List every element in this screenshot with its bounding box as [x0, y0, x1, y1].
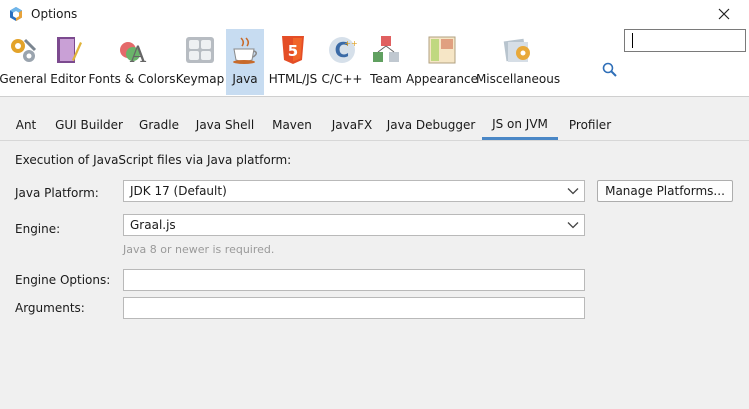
- gears-icon: [11, 38, 37, 62]
- java-subtabs: Ant GUI Builder Gradle Java Shell Maven …: [0, 110, 749, 140]
- tab-label: Java Debugger: [386, 118, 476, 132]
- category-java[interactable]: Java: [226, 29, 264, 95]
- tab-gui-builder[interactable]: GUI Builder: [50, 110, 128, 140]
- category-fonts-colors[interactable]: A Fonts & Colors: [88, 29, 176, 95]
- gear-folder-icon: [503, 38, 530, 62]
- engine-value: Graal.js: [130, 218, 176, 232]
- tab-ant[interactable]: Ant: [6, 110, 46, 140]
- engine-hint: Java 8 or newer is required.: [123, 243, 275, 256]
- manage-platforms-label: Manage Platforms...: [605, 184, 725, 198]
- svg-text:A: A: [129, 43, 147, 66]
- tab-label: Gradle: [139, 118, 179, 132]
- title-bar: Options: [0, 0, 749, 29]
- tab-label: Java Shell: [195, 118, 255, 132]
- search-icon: [602, 62, 617, 77]
- panel-heading: Execution of JavaScript files via Java p…: [15, 153, 292, 167]
- chevron-down-icon: [567, 188, 579, 195]
- tab-label: Profiler: [568, 118, 612, 132]
- tab-label: JS on JVM: [492, 116, 548, 131]
- manage-platforms-button[interactable]: Manage Platforms...: [597, 180, 733, 202]
- category-label: HTML/JS: [268, 72, 318, 86]
- text-caret: [632, 33, 633, 48]
- tab-java-shell[interactable]: Java Shell: [190, 110, 260, 140]
- arguments-field[interactable]: [123, 297, 585, 319]
- tab-profiler[interactable]: Profiler: [562, 110, 618, 140]
- svg-text:5: 5: [288, 42, 298, 60]
- close-button[interactable]: [707, 2, 741, 26]
- arguments-label: Arguments:: [15, 301, 85, 315]
- category-label: Miscellaneous: [475, 72, 561, 86]
- tab-label: Maven: [272, 118, 312, 132]
- fonts-colors-icon: A: [120, 42, 147, 66]
- toolbar-separator: [0, 96, 749, 97]
- svg-text:++: ++: [344, 39, 357, 48]
- category-appearance[interactable]: Appearance: [405, 29, 479, 95]
- category-keymap[interactable]: Keymap: [176, 29, 224, 95]
- html5-shield-icon: 5: [282, 36, 304, 64]
- cubes-icon: [373, 36, 399, 62]
- category-c-cpp[interactable]: C ++ C/C++: [322, 29, 362, 95]
- category-label: Appearance: [405, 72, 479, 86]
- java-platform-select[interactable]: JDK 17 (Default): [123, 180, 585, 202]
- tab-label: JavaFX: [331, 118, 373, 132]
- java-platform-value: JDK 17 (Default): [130, 184, 227, 198]
- tab-javafx[interactable]: JavaFX: [324, 110, 380, 140]
- window-layout-icon: [428, 36, 456, 64]
- netbeans-app-icon: [10, 7, 22, 21]
- category-editor[interactable]: Editor: [48, 29, 88, 95]
- category-label: Java: [232, 72, 258, 86]
- notebook-pen-icon: [57, 37, 82, 63]
- engine-select[interactable]: Graal.js: [123, 214, 585, 236]
- window-title: Options: [31, 7, 78, 21]
- search-input[interactable]: [624, 29, 746, 52]
- engine-options-label: Engine Options:: [15, 273, 111, 287]
- category-label: Fonts & Colors: [88, 72, 176, 86]
- tab-maven[interactable]: Maven: [264, 110, 320, 140]
- tab-java-debugger[interactable]: Java Debugger: [384, 110, 478, 140]
- keyboard-keys-icon: [186, 37, 214, 63]
- java-platform-label: Java Platform:: [15, 186, 99, 200]
- category-label: General: [0, 72, 47, 86]
- category-label: Team: [370, 72, 402, 86]
- category-team[interactable]: Team: [366, 29, 406, 95]
- category-html-js[interactable]: 5 HTML/JS: [266, 29, 320, 95]
- cpp-logo-icon: C ++: [329, 37, 358, 63]
- tab-divider: [0, 140, 749, 141]
- category-general[interactable]: General: [0, 29, 47, 95]
- engine-options-field[interactable]: [123, 269, 585, 291]
- category-label: C/C++: [321, 72, 363, 86]
- tab-label: Ant: [15, 118, 37, 132]
- category-label: Keymap: [175, 72, 225, 86]
- close-icon: [718, 8, 730, 20]
- engine-label: Engine:: [15, 222, 61, 236]
- tab-js-on-jvm[interactable]: JS on JVM: [482, 110, 558, 140]
- chevron-down-icon: [567, 222, 579, 229]
- coffee-cup-icon: [233, 37, 257, 64]
- tab-label: GUI Builder: [55, 118, 123, 132]
- category-label: Editor: [50, 72, 86, 86]
- category-miscellaneous[interactable]: Miscellaneous: [475, 29, 561, 95]
- tab-gradle[interactable]: Gradle: [132, 110, 186, 140]
